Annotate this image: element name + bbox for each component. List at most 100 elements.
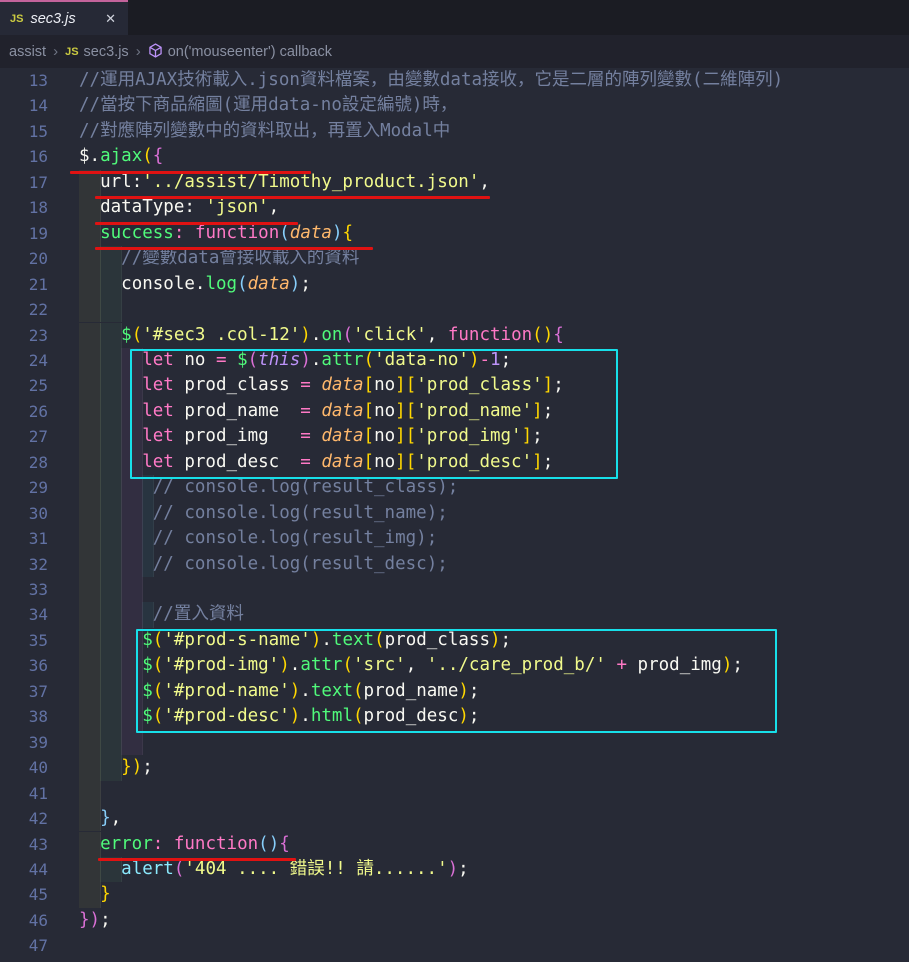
indent-stripe bbox=[121, 730, 143, 755]
line-number[interactable]: 46 bbox=[0, 908, 48, 933]
chevron-right-icon: › bbox=[53, 43, 58, 60]
js-file-icon: JS bbox=[10, 13, 23, 25]
line-number[interactable]: 32 bbox=[0, 552, 48, 577]
code-line[interactable]: 39 bbox=[0, 730, 909, 755]
tab-close-icon[interactable]: ✕ bbox=[103, 10, 118, 27]
indent-stripe bbox=[121, 577, 143, 602]
code-text: //運用AJAX技術載入.json資料檔案，由變數data接收，它是二層的陣列變… bbox=[79, 68, 783, 93]
code-text: }); bbox=[79, 908, 111, 933]
code-line[interactable]: 33 bbox=[0, 577, 909, 602]
tab-sec3js[interactable]: JS sec3.js ✕ bbox=[0, 0, 128, 35]
line-number[interactable]: 42 bbox=[0, 806, 48, 831]
js-file-icon: JS bbox=[65, 46, 78, 58]
code-line[interactable]: 40 }); bbox=[0, 755, 909, 780]
code-line[interactable]: 29 // console.log(result_class); bbox=[0, 475, 909, 500]
line-number[interactable]: 21 bbox=[0, 272, 48, 297]
code-text: error: function(){ bbox=[79, 832, 290, 857]
code-line[interactable]: 46}); bbox=[0, 908, 909, 933]
line-number[interactable]: 39 bbox=[0, 730, 48, 755]
line-number[interactable]: 13 bbox=[0, 68, 48, 93]
code-line[interactable]: 16 $.ajax({ bbox=[0, 144, 909, 169]
code-text: $.ajax({ bbox=[79, 144, 163, 169]
tab-title: sec3.js bbox=[30, 11, 75, 27]
line-number[interactable]: 34 bbox=[0, 602, 48, 627]
line-number[interactable]: 16 bbox=[0, 144, 48, 169]
code-line[interactable]: 30 // console.log(result_name); bbox=[0, 501, 909, 526]
line-number[interactable]: 25 bbox=[0, 373, 48, 398]
line-number[interactable]: 14 bbox=[0, 93, 48, 118]
line-number[interactable]: 36 bbox=[0, 653, 48, 678]
code-text: $('#sec3 .col-12').on('click', function(… bbox=[79, 323, 564, 348]
code-line[interactable]: 14 //當按下商品縮圖(運用data-no設定編號)時， bbox=[0, 93, 909, 118]
code-text: }); bbox=[79, 755, 153, 780]
annotation-underline bbox=[98, 858, 296, 861]
line-number[interactable]: 17 bbox=[0, 170, 48, 195]
line-number[interactable]: 35 bbox=[0, 628, 48, 653]
breadcrumb-item-assist[interactable]: assist bbox=[9, 44, 46, 60]
code-line[interactable]: 45 } bbox=[0, 882, 909, 907]
line-number[interactable]: 44 bbox=[0, 857, 48, 882]
code-line[interactable]: 42 }, bbox=[0, 806, 909, 831]
line-number[interactable]: 20 bbox=[0, 246, 48, 271]
breadcrumb-item-file[interactable]: sec3.js bbox=[84, 44, 129, 60]
indent-stripe bbox=[79, 730, 101, 755]
line-number[interactable]: 33 bbox=[0, 577, 48, 602]
breadcrumb: assist › JS sec3.js › on('mouseenter') c… bbox=[0, 35, 909, 68]
annotation-underline bbox=[95, 196, 490, 199]
code-line[interactable]: 32 // console.log(result_desc); bbox=[0, 552, 909, 577]
line-number[interactable]: 43 bbox=[0, 832, 48, 857]
indent-stripe bbox=[79, 297, 101, 322]
line-number[interactable]: 40 bbox=[0, 755, 48, 780]
tab-bar: JS sec3.js ✕ bbox=[0, 0, 909, 35]
line-number[interactable]: 26 bbox=[0, 399, 48, 424]
code-line[interactable]: 43 error: function(){ bbox=[0, 832, 909, 857]
annotation-underline bbox=[95, 222, 298, 225]
line-number[interactable]: 22 bbox=[0, 297, 48, 322]
indent-stripe bbox=[79, 577, 101, 602]
indent-stripe bbox=[100, 577, 122, 602]
code-line[interactable]: 34 //置入資料 bbox=[0, 602, 909, 627]
line-number[interactable]: 31 bbox=[0, 526, 48, 551]
code-text: //對應陣列變數中的資料取出，再置入Modal中 bbox=[79, 119, 450, 144]
line-number[interactable]: 38 bbox=[0, 704, 48, 729]
code-text: dataType: 'json', bbox=[79, 195, 279, 220]
annotation-box bbox=[130, 349, 618, 478]
code-text: //置入資料 bbox=[79, 602, 244, 627]
line-number[interactable]: 30 bbox=[0, 501, 48, 526]
code-line[interactable]: 15 //對應陣列變數中的資料取出，再置入Modal中 bbox=[0, 119, 909, 144]
indent-stripe bbox=[100, 730, 122, 755]
annotation-box bbox=[136, 629, 777, 733]
code-text: console.log(data); bbox=[79, 272, 311, 297]
line-number[interactable]: 24 bbox=[0, 348, 48, 373]
line-number[interactable]: 45 bbox=[0, 882, 48, 907]
line-number[interactable]: 29 bbox=[0, 475, 48, 500]
code-line[interactable]: 41 bbox=[0, 781, 909, 806]
code-text: } bbox=[79, 882, 111, 907]
indent-stripe bbox=[100, 297, 122, 322]
code-line[interactable]: 47 bbox=[0, 933, 909, 958]
vscode-window: 13 //運用AJAX技術載入.json資料檔案，由變數data接收，它是二層的陣… bbox=[0, 0, 909, 962]
annotation-underline bbox=[95, 247, 373, 250]
line-number[interactable]: 19 bbox=[0, 221, 48, 246]
line-number[interactable]: 27 bbox=[0, 424, 48, 449]
code-text: // console.log(result_name); bbox=[79, 501, 448, 526]
code-line[interactable]: 18 dataType: 'json', bbox=[0, 195, 909, 220]
code-line[interactable]: 23 $('#sec3 .col-12').on('click', functi… bbox=[0, 323, 909, 348]
indent-stripe bbox=[79, 781, 101, 806]
code-line[interactable]: 21 console.log(data); bbox=[0, 272, 909, 297]
line-number[interactable]: 47 bbox=[0, 933, 48, 958]
line-number[interactable]: 37 bbox=[0, 679, 48, 704]
line-number[interactable]: 28 bbox=[0, 450, 48, 475]
code-line[interactable]: 13 //運用AJAX技術載入.json資料檔案，由變數data接收，它是二層的陣… bbox=[0, 68, 909, 93]
line-number[interactable]: 15 bbox=[0, 119, 48, 144]
line-number[interactable]: 23 bbox=[0, 323, 48, 348]
code-text: //當按下商品縮圖(運用data-no設定編號)時， bbox=[79, 93, 457, 118]
code-line[interactable]: 31 // console.log(result_img); bbox=[0, 526, 909, 551]
annotation-underline bbox=[70, 171, 311, 174]
editor[interactable]: 13 //運用AJAX技術載入.json資料檔案，由變數data接收，它是二層的陣… bbox=[0, 0, 909, 962]
code-line[interactable]: 22 bbox=[0, 297, 909, 322]
line-number[interactable]: 18 bbox=[0, 195, 48, 220]
breadcrumb-item-symbol[interactable]: on('mouseenter') callback bbox=[168, 44, 332, 60]
line-number[interactable]: 41 bbox=[0, 781, 48, 806]
code-text: }, bbox=[79, 806, 121, 831]
